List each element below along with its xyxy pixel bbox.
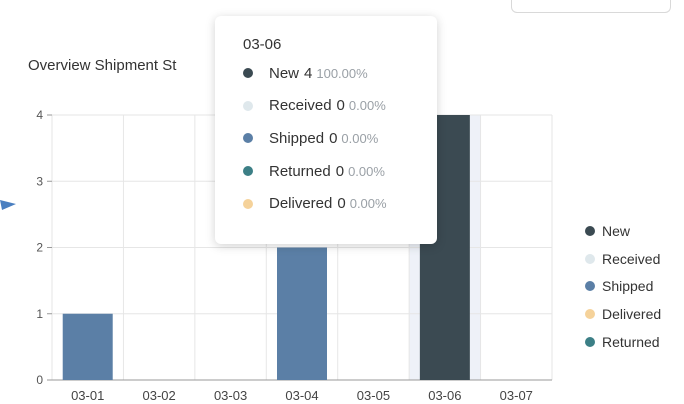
x-tick-label: 03-06 xyxy=(428,388,461,403)
tooltip-series-name: Returned xyxy=(269,162,331,180)
y-tick-label: 1 xyxy=(36,307,43,321)
x-tick-label: 03-05 xyxy=(357,388,390,403)
tooltip-series-value: 0 xyxy=(329,129,338,147)
tooltip-series-value: 0 xyxy=(337,195,346,213)
legend-item-shipped[interactable]: Shipped xyxy=(585,273,661,301)
tooltip-series-value: 4 xyxy=(304,64,313,82)
y-tick-label: 3 xyxy=(36,174,43,188)
tooltip-series-percent: 0.00% xyxy=(341,130,379,146)
legend-label: Delivered xyxy=(602,306,662,323)
legend-swatch xyxy=(585,253,595,264)
tooltip-swatch xyxy=(243,198,253,209)
tooltip-row-received: Received 0 0.00% xyxy=(243,90,437,123)
tooltip-row-shipped: Shipped 0 0.00% xyxy=(243,122,437,155)
chart-panel: Overview Shipment St 0 1 2 3 4 03-01 03-02 03-0… xyxy=(0,0,684,404)
tooltip-series-percent: 0.00% xyxy=(348,163,385,179)
tooltip-title: 03-06 xyxy=(243,36,282,53)
tooltip-series-name: Received xyxy=(269,97,332,115)
tooltip-row-delivered: Delivered 0 0.00% xyxy=(243,187,437,220)
tooltip-row-returned: Returned 0 0.00% xyxy=(243,155,437,188)
bar-shipped-03-04 xyxy=(277,247,327,380)
x-tick-label: 03-01 xyxy=(71,388,104,403)
legend-label: Returned xyxy=(602,334,660,351)
legend-label: Shipped xyxy=(602,278,654,295)
tooltip-series-name: Delivered xyxy=(269,195,333,213)
y-tick-label: 2 xyxy=(36,241,43,255)
tooltip-series-percent: 0.00% xyxy=(348,98,386,114)
x-tick-label: 03-04 xyxy=(285,388,318,403)
bar-shipped-03-01 xyxy=(62,313,113,380)
legend-item-delivered[interactable]: Delivered xyxy=(585,300,661,328)
chart-legend: New Received Shipped Delivered Returned xyxy=(585,217,661,356)
legend-label: Received xyxy=(602,250,661,267)
x-tick-label: 03-07 xyxy=(500,388,533,403)
tooltip-series-value: 0 xyxy=(335,162,345,180)
tooltip-series-name: New xyxy=(269,64,300,82)
tooltip-swatch xyxy=(243,68,253,79)
legend-item-returned[interactable]: Returned xyxy=(585,328,661,356)
legend-swatch xyxy=(585,281,595,292)
y-tick-label: 0 xyxy=(36,373,43,387)
chart-tooltip: 03-06 New 4 100.00% Received 0 0.00% Shipped 0 0… xyxy=(215,16,437,244)
legend-swatch xyxy=(585,337,595,348)
tooltip-series-name: Shipped xyxy=(269,129,325,147)
tooltip-series-value: 0 xyxy=(336,97,345,115)
tooltip-swatch xyxy=(243,166,253,177)
tooltip-swatch xyxy=(243,133,253,144)
y-tick-label: 4 xyxy=(36,108,43,122)
tooltip-row-new: New 4 100.00% xyxy=(243,57,437,90)
tooltip-swatch xyxy=(243,100,253,111)
legend-item-received[interactable]: Received xyxy=(585,245,661,273)
legend-swatch xyxy=(585,225,595,236)
legend-swatch xyxy=(585,309,595,320)
tooltip-series-percent: 100.00% xyxy=(316,65,368,81)
x-tick-label: 03-02 xyxy=(143,388,176,403)
tooltip-series-percent: 0.00% xyxy=(349,196,387,212)
legend-label: New xyxy=(602,222,631,239)
x-tick-label: 03-03 xyxy=(214,388,247,403)
legend-item-new[interactable]: New xyxy=(585,217,661,245)
